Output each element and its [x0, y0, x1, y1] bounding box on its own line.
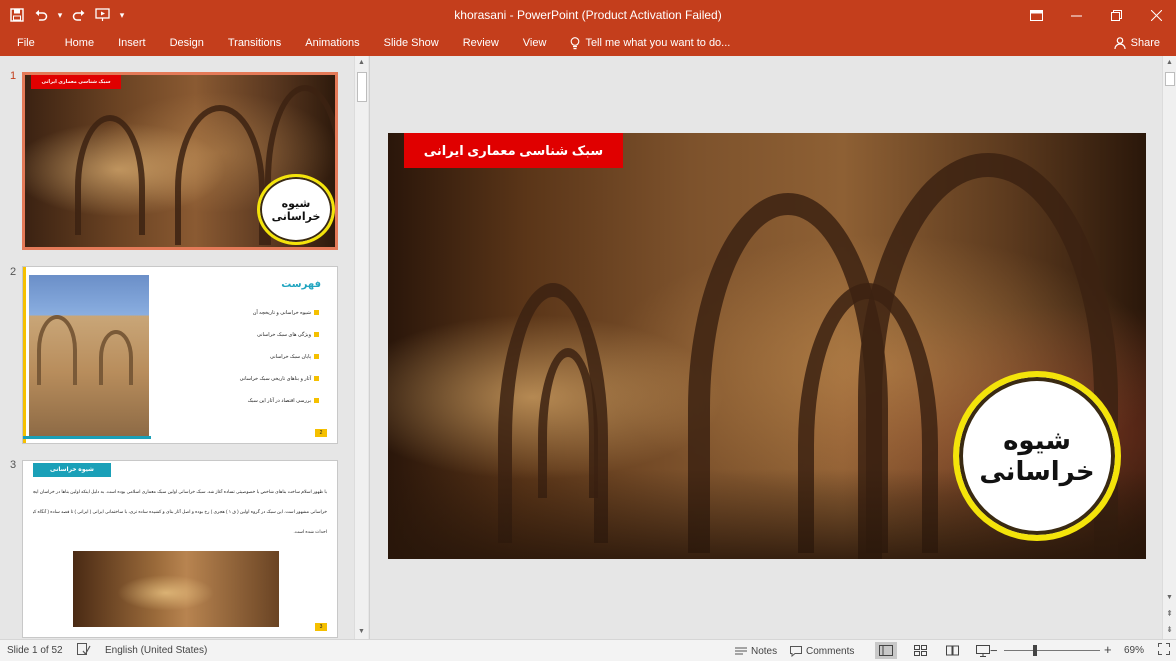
window-controls — [1016, 0, 1176, 30]
slide-thumbnails-pane[interactable]: 1 سبک شناسی معماری ایرانی شیوه خراسانی 2… — [0, 56, 370, 639]
lightbulb-icon — [571, 36, 580, 49]
share-label: Share — [1130, 37, 1160, 49]
ribbon-display-options-icon[interactable] — [1016, 0, 1056, 30]
scroll-down-icon[interactable]: ▼ — [355, 625, 368, 639]
body-text-line: احداث شده است. — [293, 529, 327, 534]
interior-photo — [73, 551, 279, 627]
toc-item: ویژگی های سبک خراسانی — [256, 332, 311, 338]
title-badge[interactable]: شیوه خراسانی — [953, 371, 1121, 541]
notes-button[interactable]: Notes — [735, 643, 777, 659]
zoom-slider[interactable] — [1004, 650, 1100, 651]
spelling-check-icon[interactable] — [77, 643, 91, 659]
thumbnails-scrollbar[interactable]: ▲ ▼ — [354, 56, 368, 639]
restore-icon[interactable] — [1096, 0, 1136, 30]
body-text-line: خراسانی مشهور است. این سبک در گروه اولین… — [33, 509, 327, 514]
normal-view-icon[interactable] — [875, 642, 897, 659]
slide-scrollbar[interactable]: ▲ ▼ ⇞ ⇟ — [1162, 56, 1176, 639]
scroll-down-icon[interactable]: ▼ — [1163, 591, 1176, 605]
title-banner[interactable]: سبک شناسی معماری ایرانی — [404, 133, 623, 168]
tell-me-box[interactable]: Tell me what you want to do... — [558, 36, 731, 50]
tab-file[interactable]: File — [0, 30, 53, 56]
tab-transitions[interactable]: Transitions — [216, 30, 293, 56]
thumbnail-number-2: 2 — [10, 266, 17, 278]
previous-slide-icon[interactable]: ⇞ — [1163, 607, 1176, 621]
zoom-slider-handle[interactable] — [1033, 645, 1037, 656]
slide-thumbnail-2[interactable]: فهرست شیوه خراسانی و تاریخچه آن ویژگی ها… — [22, 266, 338, 444]
tell-me-text: Tell me what you want to do... — [585, 37, 731, 49]
comments-label: Comments — [806, 645, 855, 657]
building-photo — [29, 275, 149, 437]
scrollbar-thumb[interactable] — [357, 72, 367, 102]
notes-icon — [735, 647, 747, 655]
title-banner: سبک شناسی معماری ایرانی — [31, 75, 121, 89]
toc-item: پایان سبک خراسانی — [270, 354, 311, 360]
share-button[interactable]: Share — [1108, 32, 1166, 54]
zoom-in-icon[interactable]: + — [1104, 642, 1112, 657]
tab-view[interactable]: View — [511, 30, 559, 56]
minimize-icon[interactable] — [1056, 0, 1096, 30]
tab-animations[interactable]: Animations — [293, 30, 371, 56]
close-icon[interactable] — [1136, 0, 1176, 30]
ribbon-tabs: File Home Insert Design Transitions Anim… — [0, 30, 730, 56]
slide-editing-area[interactable]: سبک شناسی معماری ایرانی شیوه خراسانی ▲ ▼… — [371, 56, 1176, 639]
notes-label: Notes — [751, 645, 778, 657]
slide-thumbnail-1[interactable]: سبک شناسی معماری ایرانی شیوه خراسانی — [22, 72, 338, 250]
person-icon — [1114, 37, 1126, 49]
zoom-level[interactable]: 69% — [1124, 645, 1144, 656]
current-slide[interactable]: سبک شناسی معماری ایرانی شیوه خراسانی — [388, 133, 1146, 559]
thumbnail-number-1: 1 — [10, 70, 17, 82]
body-text-line: با ظهور اسلام ساخت بناهای شاخص با خصوصیت… — [33, 489, 327, 494]
section-tag: شیوه خراسانی — [33, 463, 111, 477]
slide-thumbnail-3[interactable]: شیوه خراسانی با ظهور اسلام ساخت بناهای ش… — [22, 460, 338, 638]
slide-counter: Slide 1 of 52 — [7, 645, 63, 656]
reading-view-icon[interactable] — [941, 642, 963, 659]
tab-insert[interactable]: Insert — [106, 30, 158, 56]
toc-item: بررسی اقتصاد در آثار این سبک — [247, 398, 311, 404]
slide-sorter-view-icon[interactable] — [909, 642, 931, 659]
next-slide-icon[interactable]: ⇟ — [1163, 623, 1176, 637]
toc-title: فهرست — [281, 279, 321, 290]
tab-review[interactable]: Review — [451, 30, 511, 56]
zoom-out-icon[interactable]: − — [990, 643, 998, 658]
ribbon-tabs-bar: File Home Insert Design Transitions Anim… — [0, 30, 1176, 56]
toc-item: آثار و بناهای تاریخی سبک خراسانی — [239, 376, 311, 382]
status-bar: Slide 1 of 52 English (United States) No… — [0, 639, 1176, 661]
tab-design[interactable]: Design — [158, 30, 216, 56]
toc-item: شیوه خراسانی و تاریخچه آن — [252, 310, 311, 316]
tab-home[interactable]: Home — [53, 30, 106, 56]
scroll-up-icon[interactable]: ▲ — [355, 56, 368, 70]
scrollbar-thumb[interactable] — [1165, 72, 1175, 86]
window-title: khorasani - PowerPoint (Product Activati… — [454, 8, 722, 22]
comment-icon — [790, 645, 802, 657]
title-bar: ▾ ▾ khorasani - PowerPoint (Product Acti… — [0, 0, 1176, 30]
language-indicator[interactable]: English (United States) — [105, 645, 207, 656]
title-badge: شیوه خراسانی — [257, 174, 335, 245]
comments-button[interactable]: Comments — [790, 643, 854, 659]
thumbnail-number-3: 3 — [10, 459, 17, 471]
page-number: 2 — [315, 429, 327, 437]
scroll-up-icon[interactable]: ▲ — [1163, 56, 1176, 70]
page-number: 3 — [315, 623, 327, 631]
tab-slide-show[interactable]: Slide Show — [372, 30, 451, 56]
fit-slide-icon[interactable] — [1158, 643, 1170, 658]
